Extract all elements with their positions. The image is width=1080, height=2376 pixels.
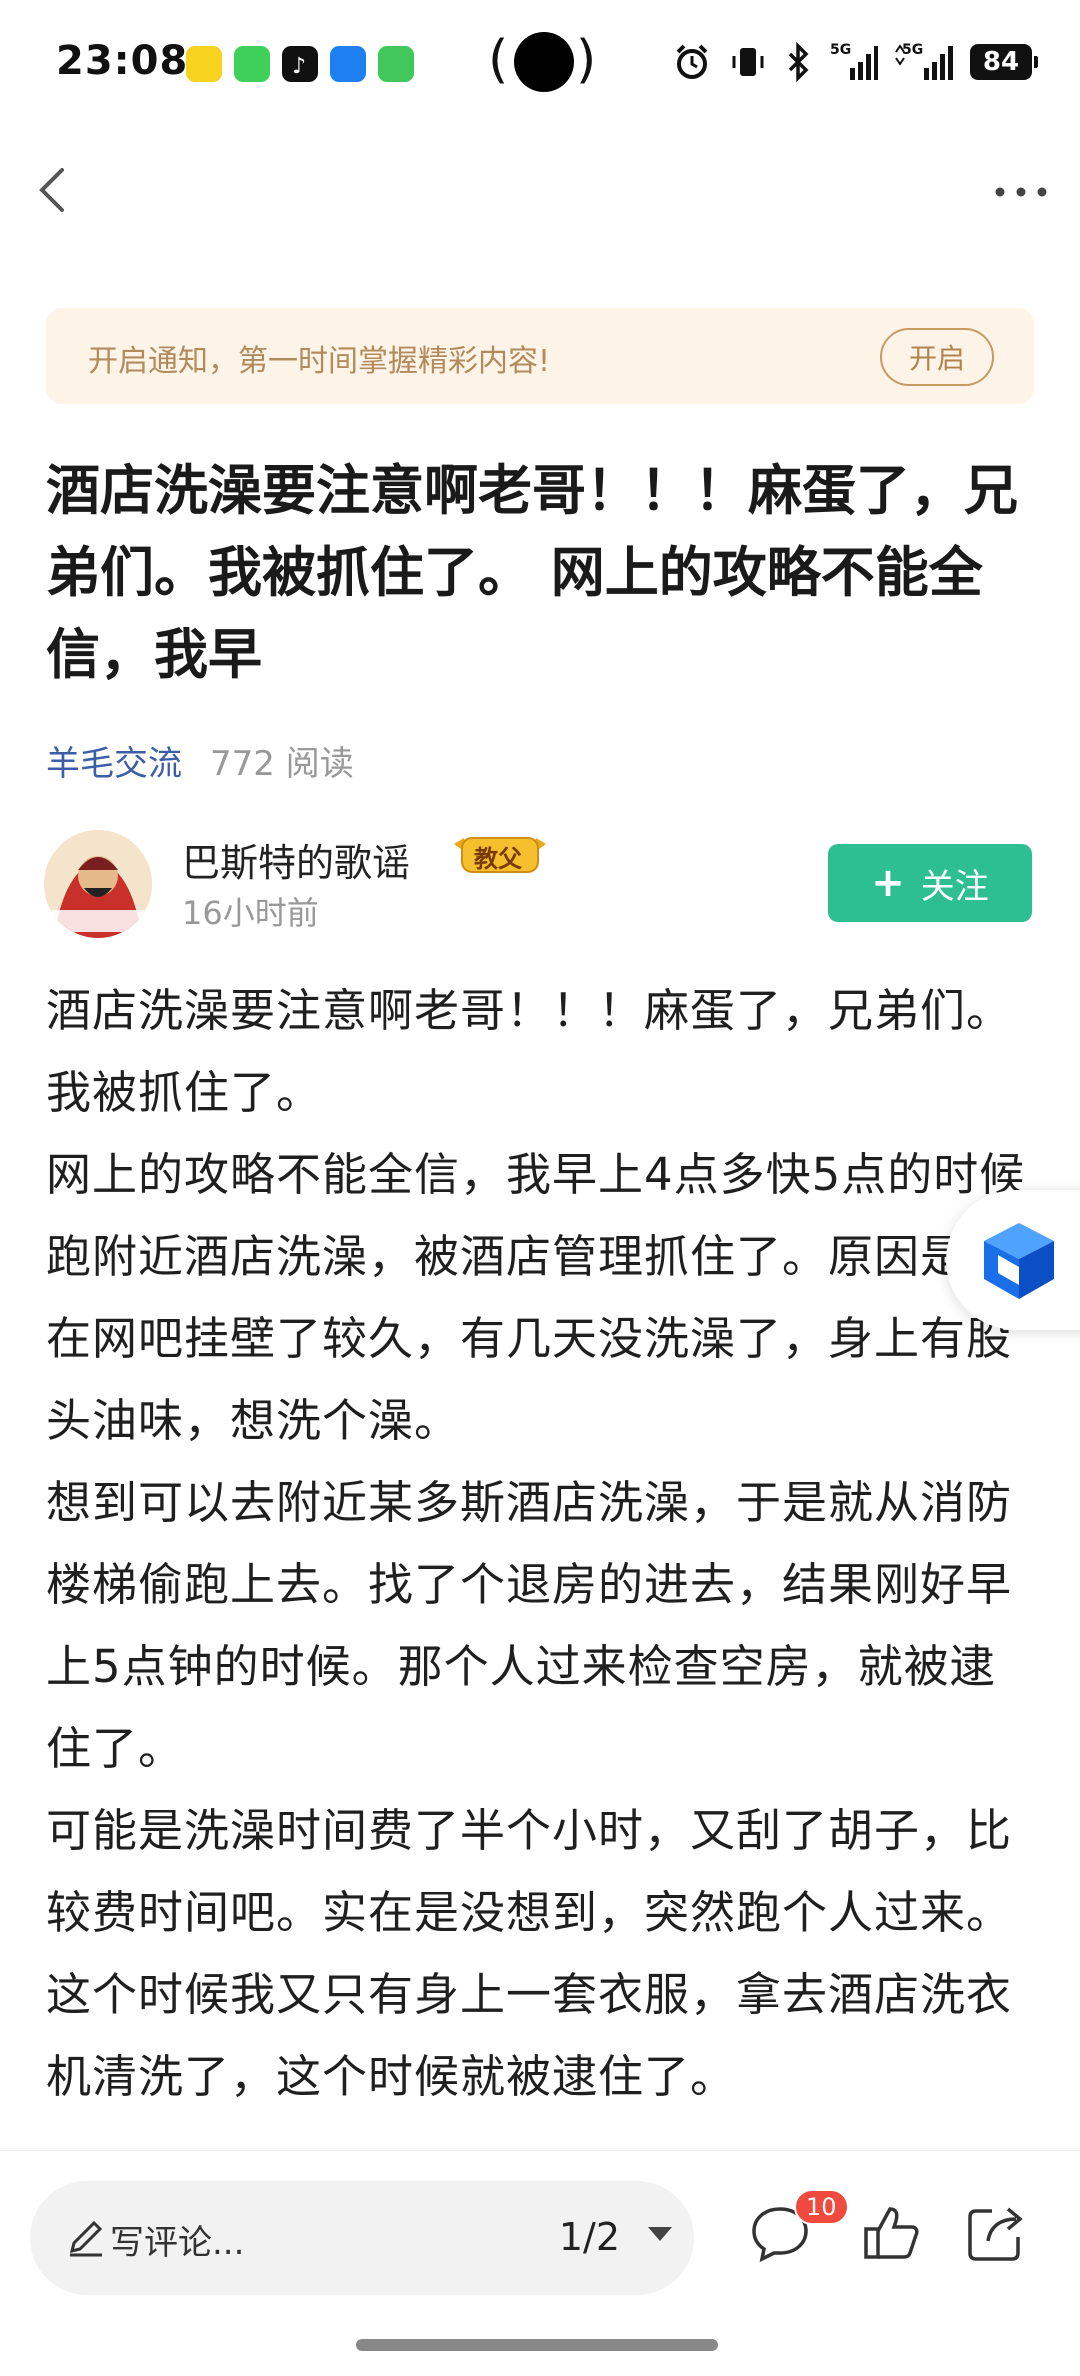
tiktok-icon: ♪ [282, 46, 318, 82]
bluetooth-icon [788, 42, 809, 82]
messages-icon [234, 46, 270, 82]
vibrate-icon [732, 48, 764, 76]
home-indicator[interactable] [356, 2339, 718, 2351]
status-bar: 23:08 ♪ ( ) 5G 5G 84 [0, 0, 1080, 130]
top-nav [0, 150, 1080, 230]
paragraph: 可能是洗澡时间费了半个小时，又刮了胡子，比较费时间吧。实在是没想到，突然跑个人过… [46, 1804, 1013, 1939]
paragraph: 这个时候我又只有身上一套衣服，拿去酒店洗衣机清洗了，这个时候就被逮住了。 [46, 1968, 1013, 2103]
follow-button[interactable]: + 关注 [828, 844, 1032, 922]
author-badge-label: 教父 [474, 845, 522, 873]
paragraph: 网上的攻略不能全信，我早上4点多快5点的时候跑附近酒店洗澡，被酒店管理抓住了。原… [46, 1148, 1026, 1447]
svg-text:♪: ♪ [292, 54, 306, 79]
comment-count-badge: 10 [794, 2189, 849, 2225]
article-title: 酒店洗澡要注意啊老哥！！！麻蛋了，兄弟们。我被抓住了。 网上的攻略不能全信，我早 [46, 459, 1018, 686]
page-indicator[interactable]: 1/2 [559, 2215, 620, 2259]
follow-label: 关注 [920, 866, 989, 907]
pen-icon [69, 2220, 103, 2257]
like-icon[interactable] [860, 2201, 924, 2265]
notification-text: 开启通知，第一时间掌握精彩内容! [88, 344, 551, 379]
post-time: 16小时前 [182, 894, 319, 932]
camera-cutout: ( ) [488, 30, 597, 92]
category-link[interactable]: 羊毛交流 [46, 736, 182, 785]
avatar[interactable] [44, 830, 152, 938]
phone-icon [378, 46, 414, 82]
more-button[interactable] [986, 160, 1056, 220]
back-button[interactable] [24, 160, 84, 220]
floating-assistant-button[interactable] [946, 1190, 1080, 1330]
article-body: 酒店洗澡要注意啊老哥！！！麻蛋了，兄弟们。我被抓住了。 网上的攻略不能全信，我早… [46, 970, 1036, 2150]
paragraph: 酒店洗澡要注意啊老哥！！！麻蛋了，兄弟们。我被抓住了。 [46, 984, 1013, 1119]
cube-icon [984, 1223, 1054, 1299]
chevron-left-icon [39, 168, 64, 212]
wifi-app-icon [330, 46, 366, 82]
more-dots-icon [995, 187, 1047, 197]
battery-indicator: 84 [970, 44, 1038, 80]
author-badge: 教父 [448, 830, 552, 878]
bottom-action-bar: 写评论... 1/2 10 [0, 2150, 1080, 2376]
notification-banner: 开启通知，第一时间掌握精彩内容! 开启 [46, 308, 1034, 404]
read-count: 772 阅读 [210, 744, 354, 784]
status-time: 23:08 [56, 38, 189, 84]
alarm-icon [676, 44, 708, 79]
signal-icon-1: 5G [830, 42, 878, 82]
plus-icon: + [871, 860, 905, 906]
paragraph: 想到可以去附近某多斯酒店洗澡，于是就从消防楼梯偷跑上去。找了个退房的进去，结果刚… [46, 1476, 1013, 1775]
system-icons: 5G 5G 84 [672, 40, 1038, 84]
comment-input[interactable]: 写评论... 1/2 [30, 2181, 694, 2295]
signal-icon-2: 5G [894, 42, 954, 82]
share-icon[interactable] [964, 2201, 1028, 2265]
enable-notification-button[interactable]: 开启 [880, 328, 994, 386]
article-meta: 羊毛交流 772 阅读 [46, 736, 354, 785]
app-icon-yellow [186, 46, 222, 82]
author-name[interactable]: 巴斯特的歌谣 [182, 832, 410, 887]
comment-placeholder: 写评论... [110, 2223, 245, 2263]
caret-down-icon[interactable] [648, 2227, 672, 2241]
